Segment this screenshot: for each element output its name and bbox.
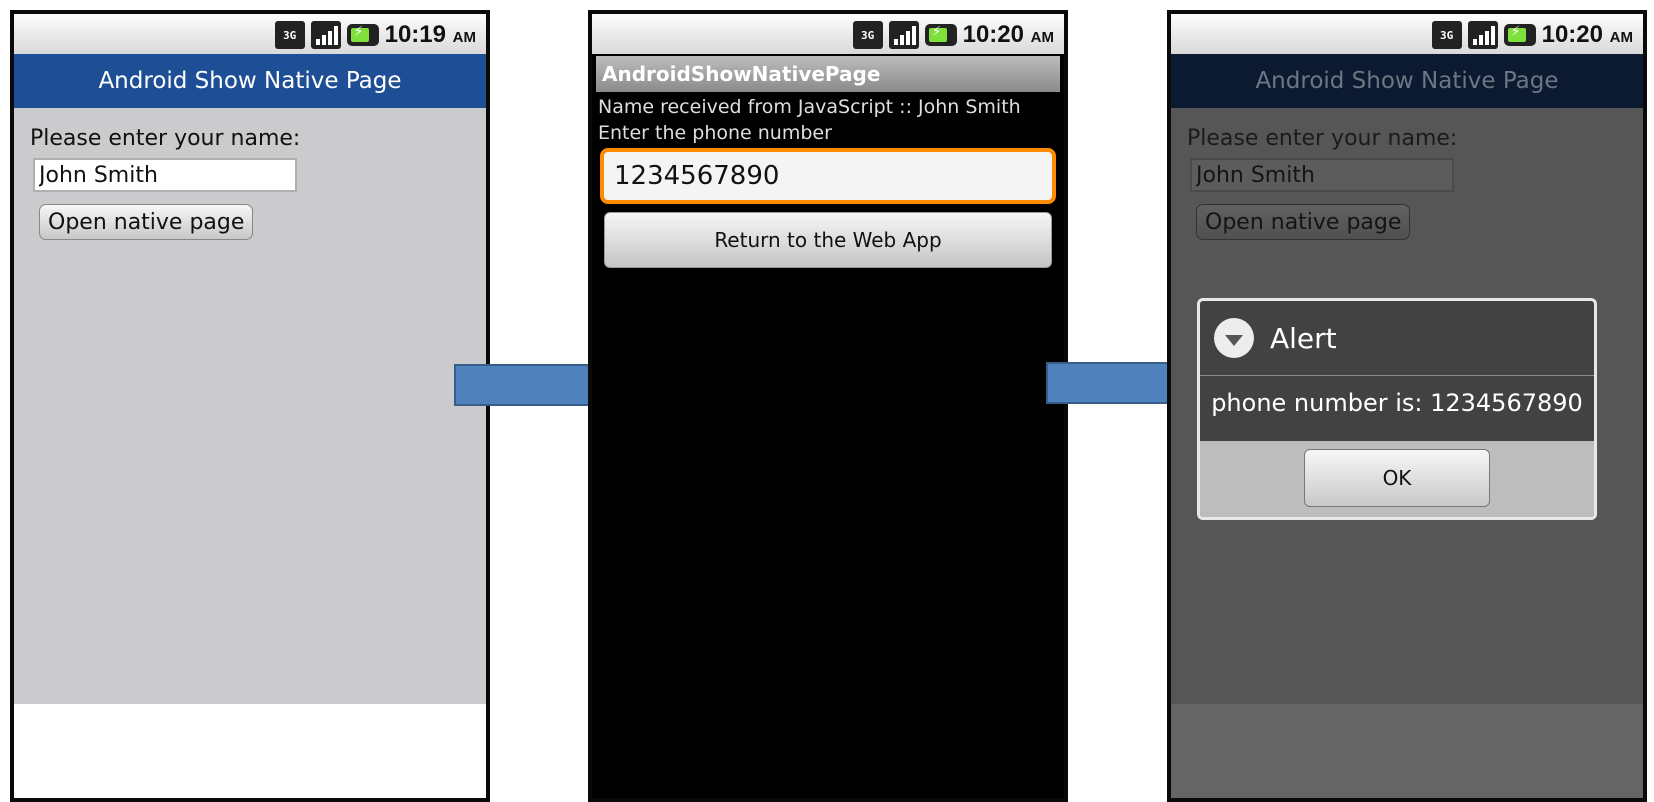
signal-icon bbox=[1467, 21, 1498, 49]
status-clock: 10:20 AM bbox=[962, 21, 1054, 48]
web-content: Please enter your name: Open native page bbox=[14, 108, 486, 704]
battery-charging-icon bbox=[924, 24, 957, 46]
name-input bbox=[1190, 158, 1454, 192]
3g-icon: 3G bbox=[274, 21, 305, 49]
battery-charging-icon bbox=[1503, 24, 1536, 46]
activity-title: AndroidShowNativePage bbox=[596, 56, 1060, 92]
ok-button[interactable]: OK bbox=[1304, 449, 1490, 507]
blank-area bbox=[1171, 704, 1643, 798]
phone-number-input[interactable] bbox=[600, 148, 1056, 204]
phone-screen-alert: 3G 10:20 AM Android Show Native Page Ple… bbox=[1167, 10, 1647, 802]
status-bar: 3G 10:20 AM bbox=[1171, 14, 1643, 54]
3g-icon: 3G bbox=[1431, 21, 1462, 49]
signal-icon bbox=[310, 21, 341, 49]
page-title: Android Show Native Page bbox=[14, 54, 486, 108]
status-clock: 10:19 AM bbox=[384, 21, 476, 48]
dialog-message: phone number is: 1234567890 bbox=[1211, 389, 1583, 417]
blank-area bbox=[14, 704, 486, 798]
battery-charging-icon bbox=[346, 24, 379, 46]
name-input[interactable] bbox=[33, 158, 297, 192]
signal-icon bbox=[888, 21, 919, 49]
status-bar: 3G 10:20 AM bbox=[592, 14, 1064, 54]
dialog-header: Alert bbox=[1200, 301, 1594, 376]
status-bar: 3G 10:19 AM bbox=[14, 14, 486, 54]
dialog-button-bar: OK bbox=[1200, 441, 1594, 517]
alert-dialog: Alert phone number is: 1234567890 OK bbox=[1197, 298, 1597, 520]
phone-screen-native-page: 3G 10:20 AM AndroidShowNativePage Name r… bbox=[588, 10, 1068, 802]
name-prompt-label: Please enter your name: bbox=[1187, 126, 1458, 151]
name-received-text: Name received from JavaScript :: John Sm… bbox=[598, 96, 1021, 118]
page-title: Android Show Native Page bbox=[1171, 54, 1643, 108]
phone-prompt-label: Enter the phone number bbox=[598, 122, 832, 144]
name-prompt-label: Please enter your name: bbox=[30, 126, 301, 151]
return-to-web-app-button[interactable]: Return to the Web App bbox=[604, 212, 1052, 268]
phone-screen-web-app: 3G 10:19 AM Android Show Native Page Ple… bbox=[10, 10, 490, 802]
status-clock: 10:20 AM bbox=[1541, 21, 1633, 48]
open-native-page-button: Open native page bbox=[1196, 204, 1411, 240]
open-native-page-button[interactable]: Open native page bbox=[39, 204, 254, 240]
dialog-title: Alert bbox=[1270, 321, 1337, 355]
3g-icon: 3G bbox=[852, 21, 883, 49]
alert-icon bbox=[1214, 318, 1254, 358]
